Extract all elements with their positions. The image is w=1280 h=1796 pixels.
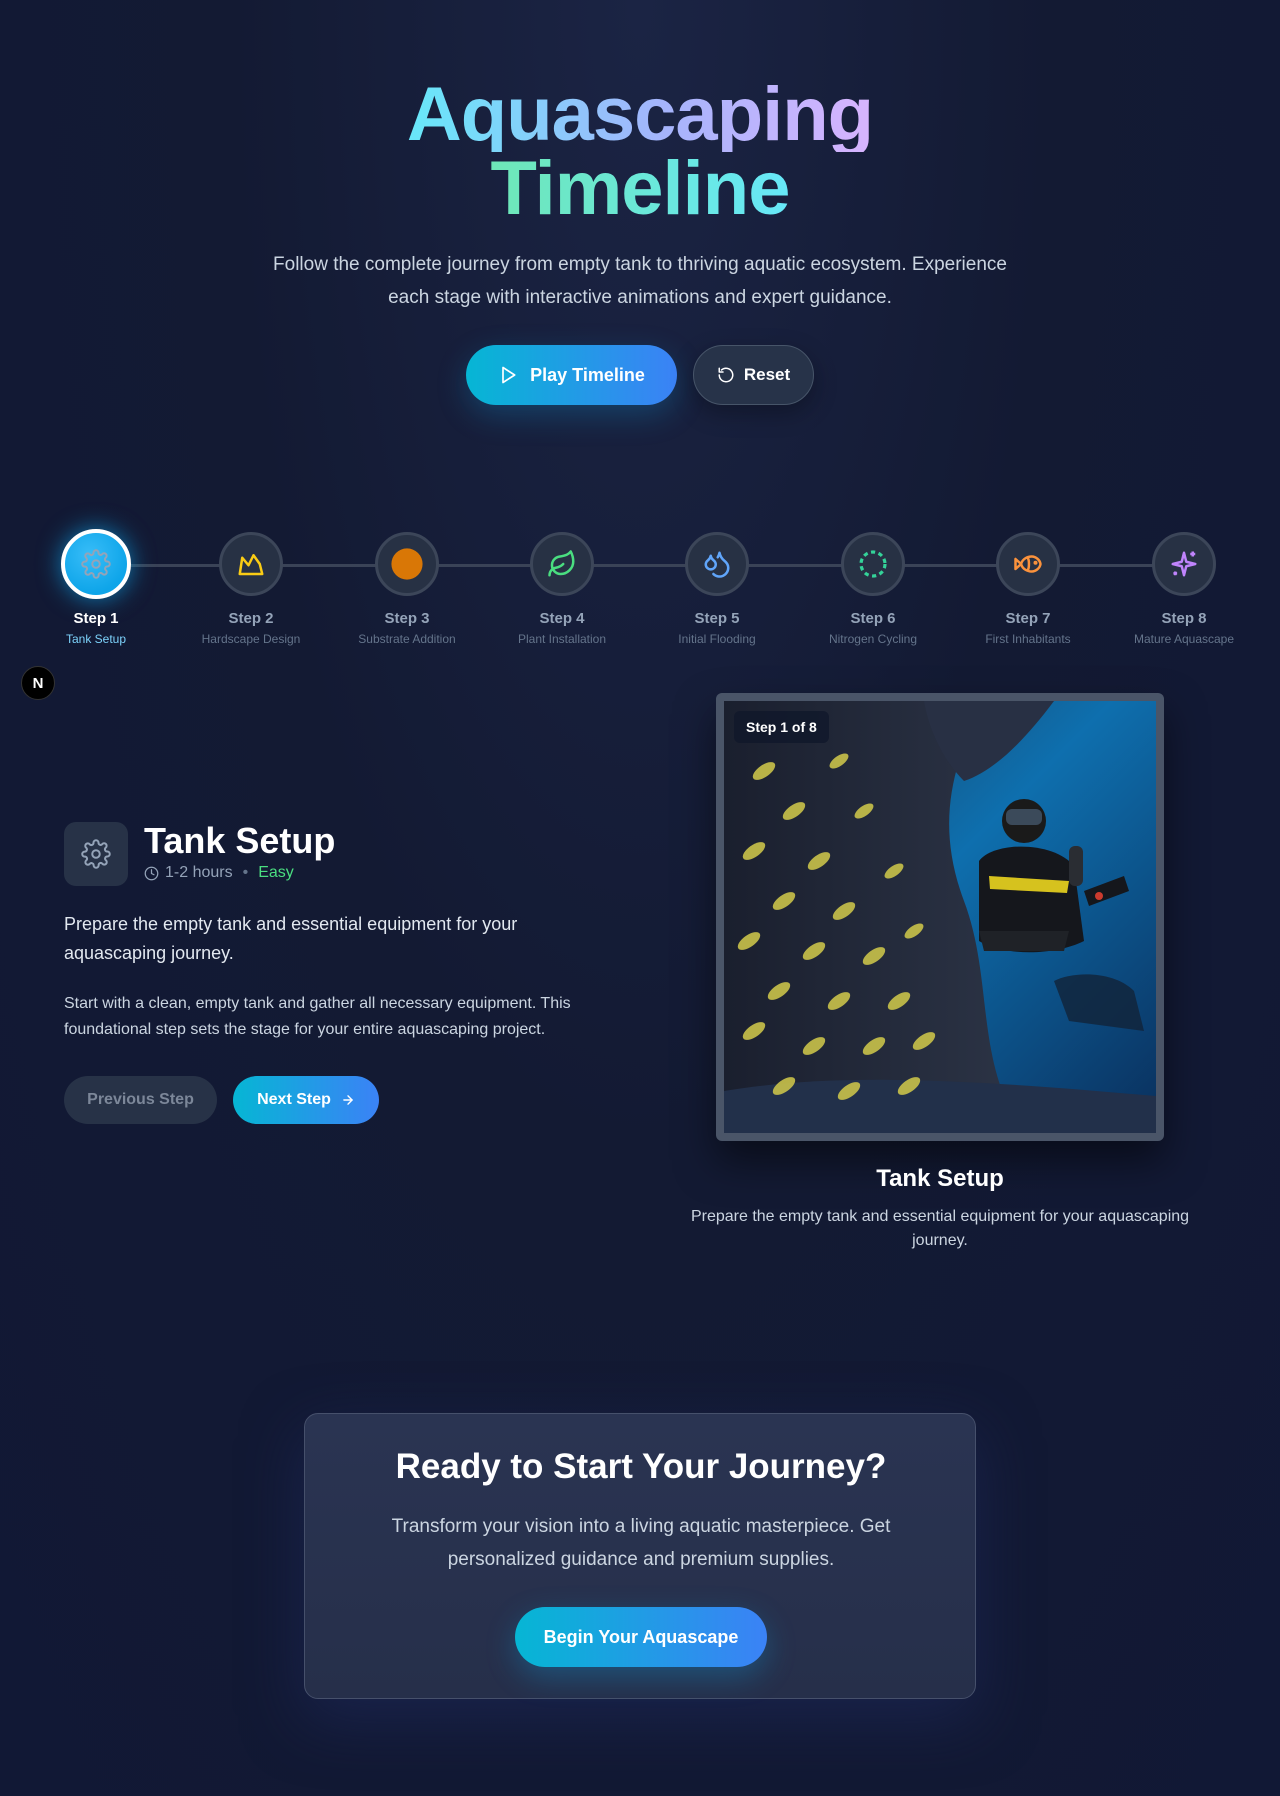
begin-aquascape-button[interactable]: Begin Your Aquascape bbox=[515, 1607, 767, 1667]
step-7-number: Step 7 bbox=[1005, 610, 1051, 627]
play-timeline-button[interactable]: Play Timeline bbox=[466, 345, 677, 405]
step-1-name: Tank Setup bbox=[65, 632, 127, 646]
timeline-step-1[interactable]: Step 1 Tank Setup bbox=[16, 529, 176, 646]
detail-difficulty: Easy bbox=[258, 864, 294, 881]
framework-badge[interactable]: N bbox=[21, 666, 55, 700]
step-5-number: Step 5 bbox=[694, 610, 740, 627]
detail-meta: 1-2 hours • Easy bbox=[144, 864, 294, 882]
page-title-line2: Timeline bbox=[490, 146, 791, 231]
step-2-number: Step 2 bbox=[228, 610, 274, 627]
detail-title: Tank Setup bbox=[144, 820, 336, 861]
step-5-name: Initial Flooding bbox=[678, 632, 756, 646]
cta-card: Ready to Start Your Journey? Transform y… bbox=[304, 1413, 976, 1699]
arrow-right-icon bbox=[343, 1095, 353, 1105]
cta-text: Transform your vision into a living aqua… bbox=[391, 1516, 891, 1570]
step-3-number: Step 3 bbox=[384, 610, 430, 627]
clock-icon bbox=[144, 866, 159, 880]
step-8-circle bbox=[1152, 532, 1216, 596]
step-2-name: Hardscape Design bbox=[201, 632, 301, 646]
step-3-circle bbox=[375, 532, 439, 596]
preview-title: Tank Setup bbox=[876, 1165, 1004, 1192]
dashed-circle-icon bbox=[859, 550, 887, 578]
step-4-circle bbox=[530, 532, 594, 596]
droplets-icon bbox=[704, 551, 730, 578]
step-6-circle bbox=[841, 532, 905, 596]
step-1-number: Step 1 bbox=[73, 610, 119, 627]
gear-icon bbox=[81, 839, 111, 869]
step-5-circle bbox=[685, 532, 749, 596]
step-1-circle bbox=[61, 529, 131, 599]
meta-separator: • bbox=[242, 864, 249, 881]
play-icon bbox=[502, 366, 516, 384]
mountain-icon bbox=[238, 554, 264, 576]
timeline-step-6[interactable]: Step 6 Nitrogen Cycling bbox=[793, 532, 953, 646]
preview-image bbox=[724, 701, 1156, 1133]
step-8-name: Mature Aquascape bbox=[1133, 632, 1235, 646]
timeline-step-3[interactable]: Step 3 Substrate Addition bbox=[327, 532, 487, 646]
step-6-number: Step 6 bbox=[850, 610, 896, 627]
circle-icon bbox=[391, 548, 423, 580]
step-7-name: First Inhabitants bbox=[985, 632, 1071, 646]
detail-icon-tile bbox=[64, 822, 128, 886]
step-4-number: Step 4 bbox=[539, 610, 585, 627]
preview-description: Prepare the empty tank and essential equ… bbox=[690, 1208, 1190, 1249]
leaf-icon bbox=[548, 550, 575, 577]
step-6-name: Nitrogen Cycling bbox=[828, 632, 918, 646]
detail-duration: 1-2 hours bbox=[165, 864, 233, 881]
previous-step-button[interactable]: Previous Step bbox=[64, 1076, 217, 1124]
preview-frame bbox=[716, 693, 1164, 1141]
page-subtitle: Follow the complete journey from empty t… bbox=[273, 254, 1007, 308]
step-8-number: Step 8 bbox=[1161, 610, 1207, 627]
detail-lead: Prepare the empty tank and essential equ… bbox=[64, 914, 518, 963]
step-3-name: Substrate Addition bbox=[358, 632, 456, 646]
page-title: Aquascaping Timeline bbox=[0, 72, 1280, 231]
reset-button[interactable]: Reset bbox=[693, 345, 814, 405]
step-counter-badge: Step 1 of 8 bbox=[734, 711, 829, 743]
timeline-step-4[interactable]: Step 4 Plant Installation bbox=[482, 532, 642, 646]
rotate-ccw-icon bbox=[718, 367, 734, 383]
timeline-step-5[interactable]: Step 5 Initial Flooding bbox=[637, 532, 797, 646]
next-step-button[interactable]: Next Step bbox=[233, 1076, 379, 1124]
timeline-step-7[interactable]: Step 7 First Inhabitants bbox=[948, 532, 1108, 646]
play-timeline-label: Play Timeline bbox=[530, 364, 645, 385]
page-title-line1: Aquascaping bbox=[406, 72, 874, 157]
timeline-step-2[interactable]: Step 2 Hardscape Design bbox=[171, 532, 331, 646]
next-step-label: Next Step bbox=[257, 1091, 331, 1108]
gear-icon bbox=[81, 549, 111, 579]
reset-label: Reset bbox=[743, 365, 791, 384]
fish-icon bbox=[1014, 555, 1042, 573]
detail-body: Start with a clean, empty tank and gathe… bbox=[64, 995, 571, 1038]
cta-title: Ready to Start Your Journey? bbox=[395, 1447, 887, 1486]
step-7-circle bbox=[996, 532, 1060, 596]
timeline-step-8[interactable]: Step 8 Mature Aquascape bbox=[1104, 532, 1264, 646]
step-4-name: Plant Installation bbox=[517, 632, 607, 646]
sparkle-icon bbox=[1171, 551, 1197, 577]
step-2-circle bbox=[219, 532, 283, 596]
